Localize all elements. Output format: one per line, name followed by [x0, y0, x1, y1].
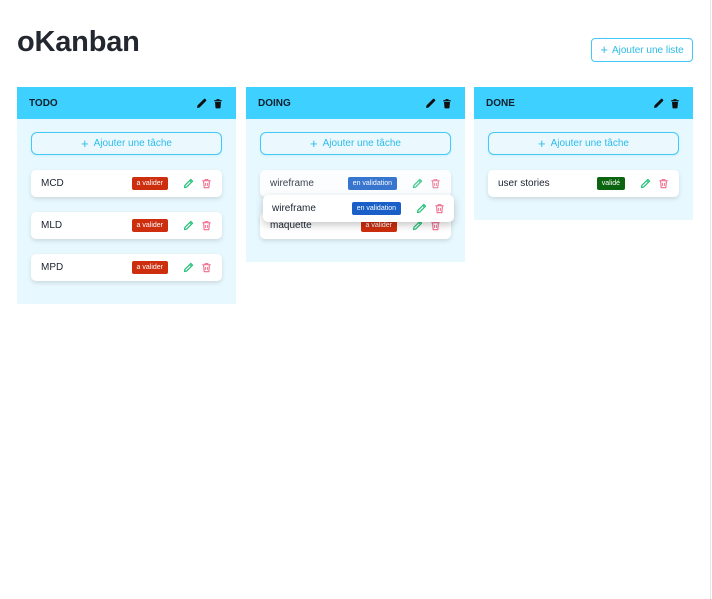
list-header: TODO: [17, 87, 236, 119]
pencil-icon[interactable]: [424, 97, 436, 109]
status-badge: a valider: [131, 219, 168, 232]
app-title: oKanban: [17, 26, 140, 58]
task-card-mld[interactable]: MLD a valider: [31, 212, 222, 239]
list-done: DONE + Ajouter une tâche user stories va…: [474, 87, 693, 220]
list-title: DONE: [486, 97, 515, 109]
status-badge: a valider: [131, 261, 168, 274]
plus-icon: +: [81, 135, 89, 151]
status-badge: en validation: [347, 177, 397, 190]
task-name: user stories: [498, 178, 550, 189]
task-name: MCD: [41, 178, 64, 189]
task-card-mpd[interactable]: MPD a valider: [31, 254, 222, 281]
trash-icon[interactable]: [200, 220, 212, 232]
pencil-icon[interactable]: [639, 178, 651, 190]
task-card-mcd[interactable]: MCD a valider: [31, 170, 222, 197]
trash-icon[interactable]: [669, 97, 681, 109]
list-title: DOING: [258, 97, 291, 109]
add-task-button[interactable]: + Ajouter une tâche: [260, 132, 451, 155]
list-header: DONE: [474, 87, 693, 119]
pencil-icon[interactable]: [182, 178, 194, 190]
pencil-icon[interactable]: [652, 97, 664, 109]
trash-icon[interactable]: [433, 203, 445, 215]
add-task-label: Ajouter une tâche: [550, 138, 629, 149]
add-list-label: Ajouter une liste: [611, 44, 684, 56]
list-header: DOING: [246, 87, 465, 119]
plus-icon: +: [600, 42, 608, 57]
task-name: wireframe: [272, 203, 316, 214]
pencil-icon[interactable]: [195, 97, 207, 109]
task-card-user-stories[interactable]: user stories validé: [488, 170, 679, 197]
pencil-icon[interactable]: [182, 220, 194, 232]
trash-icon[interactable]: [200, 262, 212, 274]
plus-icon: +: [538, 135, 546, 151]
list-todo: TODO + Ajouter une tâche MCD a valider M…: [17, 87, 236, 304]
add-task-button[interactable]: + Ajouter une tâche: [488, 132, 679, 155]
add-list-button[interactable]: + Ajouter une liste: [591, 38, 693, 62]
status-badge: a valider: [131, 177, 168, 190]
pencil-icon[interactable]: [411, 178, 423, 190]
add-task-label: Ajouter une tâche: [93, 138, 172, 149]
trash-icon[interactable]: [441, 97, 453, 109]
status-badge: en validation: [351, 202, 401, 215]
trash-icon[interactable]: [657, 178, 669, 190]
pencil-icon[interactable]: [415, 203, 427, 215]
task-card-wireframe[interactable]: wireframe en validation: [260, 170, 451, 197]
status-badge: validé: [596, 177, 625, 190]
list-doing: DOING + Ajouter une tâche wireframe en v…: [246, 87, 465, 262]
add-task-label: Ajouter une tâche: [322, 138, 401, 149]
add-task-button[interactable]: + Ajouter une tâche: [31, 132, 222, 155]
kanban-page: oKanban + Ajouter une liste TODO + Ajout…: [0, 0, 711, 599]
dragging-task-card[interactable]: wireframe en validation: [263, 195, 454, 222]
pencil-icon[interactable]: [182, 262, 194, 274]
task-name: wireframe: [270, 178, 314, 189]
task-name: MPD: [41, 262, 64, 273]
trash-icon[interactable]: [200, 178, 212, 190]
plus-icon: +: [310, 135, 318, 151]
trash-icon[interactable]: [429, 178, 441, 190]
trash-icon[interactable]: [212, 97, 224, 109]
list-title: TODO: [29, 97, 58, 109]
task-name: MLD: [41, 220, 63, 231]
